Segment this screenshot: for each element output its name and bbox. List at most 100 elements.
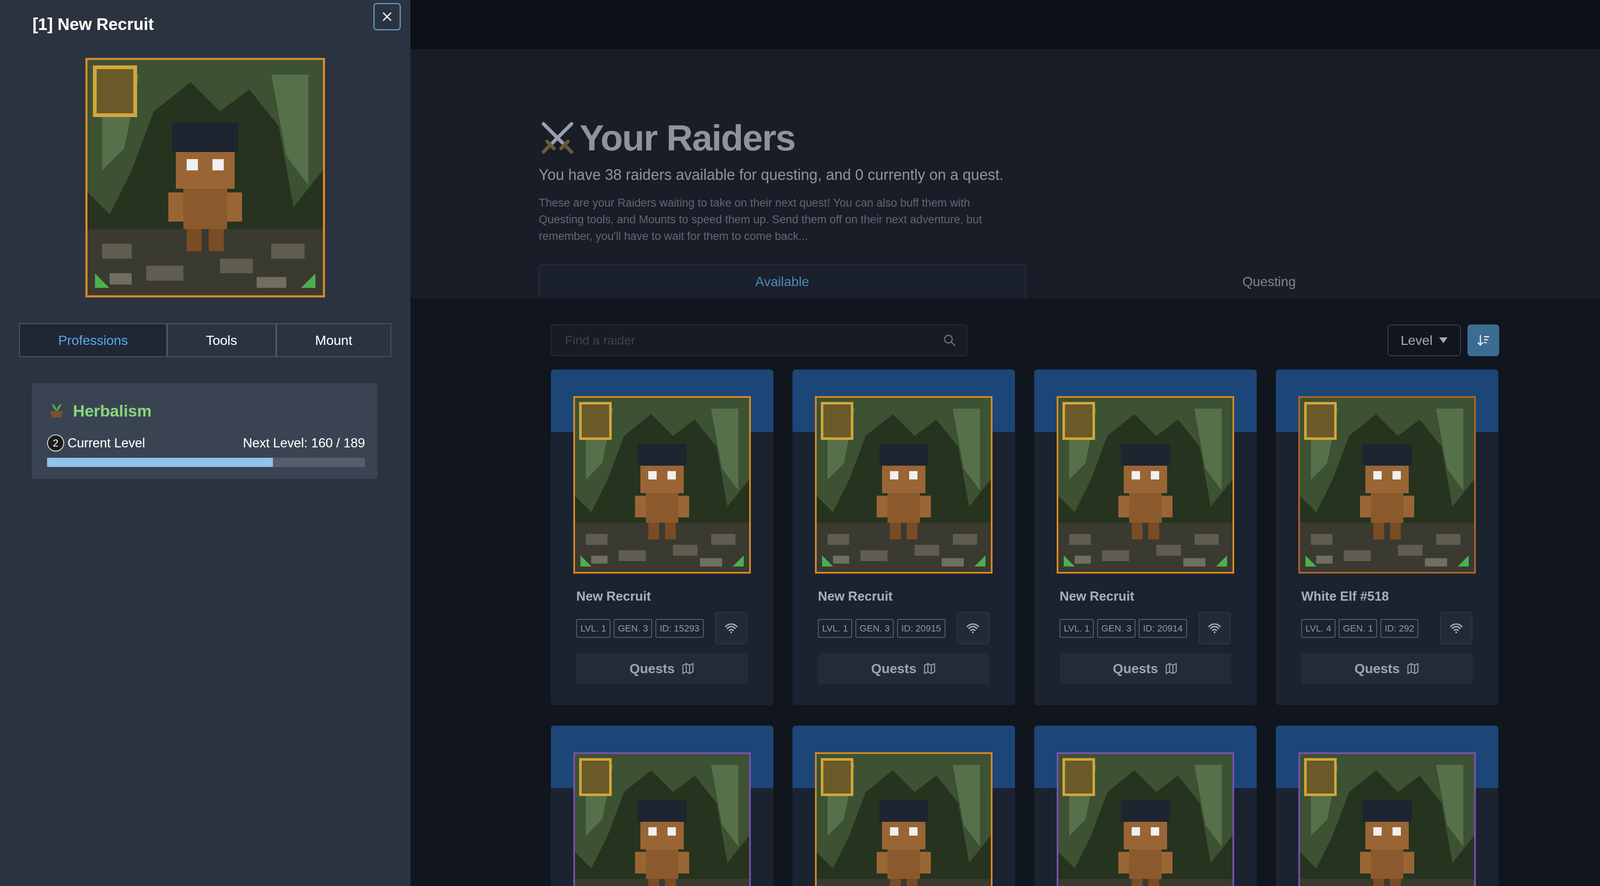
xp-track <box>47 457 365 468</box>
page-title: Your Raiders <box>538 117 1513 159</box>
profession-card: Herbalism 2Current LevelNext Level: 160 /… <box>31 383 378 480</box>
level-badge: LVL. 4 <box>1301 619 1336 638</box>
id-badge: ID: 20915 <box>897 619 945 638</box>
raider-badges: LVL. 1GEN. 3ID: 20915 <box>817 612 993 645</box>
gen-badge: GEN. 3 <box>855 619 894 638</box>
raider-card: New Recruit LVL. 1GEN. 3ID: 15293 Quests <box>550 369 774 706</box>
gen-badge: GEN. 3 <box>613 619 653 638</box>
raider-image <box>1298 396 1476 574</box>
raider-image <box>1056 396 1235 574</box>
raider-image <box>1056 752 1235 886</box>
xp-fill <box>47 457 273 468</box>
drawer-tab-wrap: Tools <box>167 323 277 358</box>
drawer-tab[interactable]: Mount <box>276 323 392 358</box>
signal-icon <box>966 621 980 635</box>
raider-badges: LVL. 4GEN. 1ID: 292 <box>1301 612 1476 645</box>
raider-image <box>815 752 993 886</box>
id-badge: ID: 20914 <box>1138 619 1187 638</box>
raider-card: New Recruit LVL. 1GEN. 3ID: 20915 Quests <box>792 369 1015 706</box>
signal-button[interactable] <box>1198 612 1231 645</box>
drawer-tab-wrap: Professions <box>19 323 168 358</box>
map-icon <box>922 662 937 676</box>
raider-name: New Recruit <box>576 587 751 607</box>
raider-image <box>573 752 751 886</box>
id-badge: ID: 15293 <box>655 619 704 638</box>
raider-list: LevelNew RecruitLVL. 1GEN. 3ID: 15293Que… <box>410 298 1600 886</box>
search-icon <box>942 333 957 348</box>
quests-label: Quests <box>629 658 675 679</box>
raider-card <box>1034 725 1257 886</box>
gen-badge: GEN. 3 <box>1097 619 1136 638</box>
close-button[interactable] <box>373 2 401 31</box>
gen-badge: GEN. 1 <box>1338 619 1378 638</box>
sort-descending-icon <box>1476 333 1491 348</box>
main-area: Your Raiders You have 38 raiders availabl… <box>410 0 1600 886</box>
drawer-tab[interactable]: Professions <box>19 323 168 358</box>
drawer-title: [1] New Recruit <box>32 14 154 35</box>
profession-header: Herbalism <box>47 399 365 424</box>
sort-dropdown[interactable]: Level <box>1387 324 1462 357</box>
signal-button[interactable] <box>1440 612 1473 645</box>
caret-down-icon <box>1439 337 1448 344</box>
drawer-tab-wrap: Mount <box>276 323 392 358</box>
raider-image <box>815 396 993 574</box>
quests-label: Quests <box>1354 658 1400 679</box>
signal-icon <box>1449 621 1463 635</box>
signal-icon <box>724 621 738 635</box>
page-title-text: Your Raiders <box>579 117 795 159</box>
search-input[interactable] <box>564 330 943 350</box>
raider-card <box>550 725 774 886</box>
level-badge: LVL. 1 <box>576 619 611 638</box>
quests-button[interactable]: Quests <box>576 652 748 685</box>
map-icon <box>1406 662 1420 676</box>
quests-label: Quests <box>871 658 917 679</box>
page-subtitle: You have 38 raiders available for questi… <box>538 164 1010 186</box>
signal-button[interactable] <box>956 612 990 645</box>
sort-controls: Level <box>1387 324 1500 357</box>
level-badge: LVL. 1 <box>1059 619 1094 638</box>
drawer-tab[interactable]: Tools <box>167 323 277 358</box>
raider-portrait <box>85 57 325 298</box>
quests-button[interactable]: Quests <box>817 652 990 685</box>
raider-name: New Recruit <box>1059 587 1235 607</box>
herb-basket-icon <box>47 401 67 421</box>
raider-grid: New RecruitLVL. 1GEN. 3ID: 15293QuestsNe… <box>550 369 1500 886</box>
raider-tab[interactable]: Available <box>538 264 1026 299</box>
raider-tab[interactable]: Questing <box>1025 264 1513 299</box>
profession-name: Herbalism <box>72 399 152 424</box>
id-badge: ID: 292 <box>1380 619 1419 638</box>
quests-button[interactable]: Quests <box>1301 652 1473 685</box>
raider-card: New Recruit LVL. 1GEN. 3ID: 20914 Quests <box>1034 369 1257 706</box>
filter-bar: Level <box>550 324 1500 357</box>
drawer-tabs: ProfessionsToolsMount <box>19 323 392 358</box>
drawer-header: [1] New Recruit <box>19 0 392 35</box>
raider-badges: LVL. 1GEN. 3ID: 20914 <box>1059 612 1235 645</box>
search-field <box>550 324 968 357</box>
close-icon <box>380 10 394 23</box>
raider-image <box>1298 752 1476 886</box>
profession-level-row: 2Current LevelNext Level: 160 / 189 <box>47 433 365 454</box>
quests-label: Quests <box>1112 658 1158 679</box>
raider-image <box>573 396 751 574</box>
raider-name: New Recruit <box>817 587 993 607</box>
signal-icon <box>1207 621 1222 635</box>
raider-name: White Elf #518 <box>1301 587 1476 607</box>
page-description: These are your Raiders waiting to take o… <box>538 194 1010 245</box>
level-badge: LVL. 1 <box>817 619 853 638</box>
next-level-label: Next Level: 160 / 189 <box>242 433 365 454</box>
page-header: Your Raiders You have 38 raiders availabl… <box>410 49 1600 299</box>
map-icon <box>1164 662 1178 676</box>
raider-card <box>1275 725 1499 886</box>
raider-card <box>792 725 1015 886</box>
raider-drawer: [1] New Recruit ProfessionsToolsMount Herb… <box>0 0 411 886</box>
sort-label: Level <box>1400 330 1433 351</box>
level-circle: 2 <box>47 434 65 452</box>
sort-direction-button[interactable] <box>1467 324 1500 357</box>
raider-card: White Elf #518 LVL. 4GEN. 1ID: 292 Quests <box>1275 369 1499 706</box>
app: [1] New Recruit ProfessionsToolsMount Herb… <box>0 0 1600 886</box>
raider-badges: LVL. 1GEN. 3ID: 15293 <box>576 612 751 645</box>
quests-button[interactable]: Quests <box>1059 652 1232 685</box>
raider-tabs: AvailableQuesting <box>538 264 1513 299</box>
signal-button[interactable] <box>715 612 748 645</box>
map-icon <box>681 662 695 676</box>
